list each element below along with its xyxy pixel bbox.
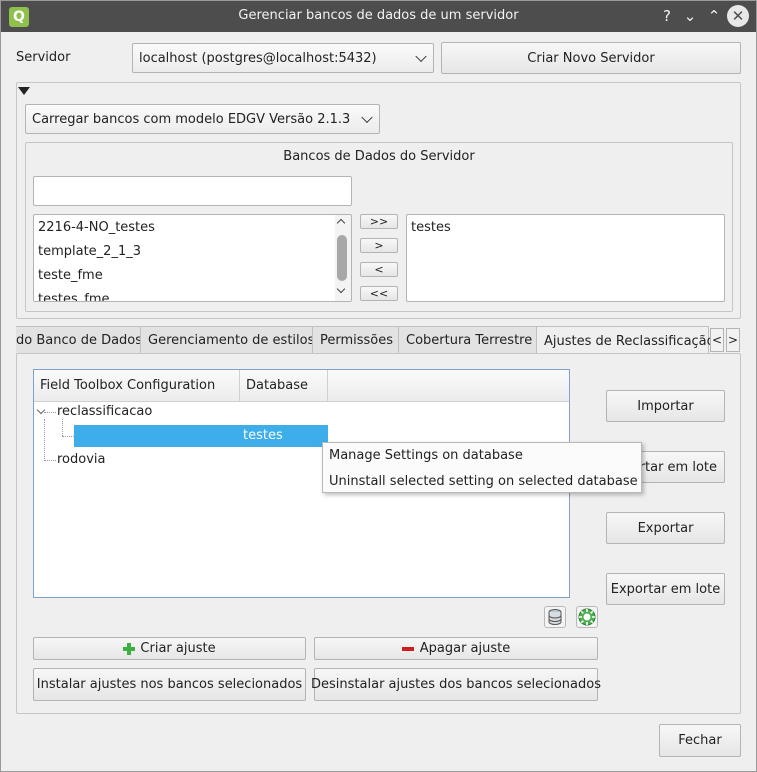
create-setting-label: Criar ajuste — [140, 641, 216, 656]
list-item[interactable]: testes — [411, 220, 451, 235]
menu-item-uninstall-setting[interactable]: Uninstall selected setting on selected d… — [329, 474, 638, 489]
tree-branch-line — [44, 412, 56, 413]
menu-item-manage-settings[interactable]: Manage Settings on database — [329, 448, 523, 463]
tab-bar: do Banco de Dados Gerenciamento de estil… — [16, 326, 741, 354]
chevron-down-icon[interactable] — [336, 284, 346, 294]
database-icon — [548, 609, 562, 625]
plus-icon — [123, 642, 136, 655]
title-bar: Q Gerenciar bancos de dados de um servid… — [1, 1, 756, 32]
delete-setting-label: Apagar ajuste — [419, 641, 511, 656]
database-filter-input[interactable] — [33, 176, 352, 206]
install-settings-button[interactable]: Instalar ajustes nos bancos selecionados — [33, 668, 306, 701]
move-left-button[interactable]: < — [360, 262, 398, 277]
edgv-model-combo[interactable]: Carregar bancos com modelo EDGV Versão 2… — [25, 104, 380, 134]
selected-databases-list[interactable]: testes — [406, 214, 725, 302]
close-window-button[interactable]: ✕ — [727, 5, 749, 27]
tab-reclassification-settings[interactable]: Ajustes de Reclassificação — [536, 326, 715, 354]
import-button[interactable]: Importar — [606, 390, 725, 422]
tree-branch-line — [62, 436, 74, 437]
create-server-button[interactable]: Criar Novo Servidor — [441, 42, 741, 74]
scrollbar-handle[interactable] — [337, 235, 347, 281]
chevron-down-icon — [361, 111, 373, 124]
export-batch-button[interactable]: Exportar em lote — [606, 573, 725, 605]
move-right-button[interactable]: > — [360, 238, 398, 253]
column-field-toolbox[interactable]: Field Toolbox Configuration — [34, 370, 240, 401]
tab-scroll-left[interactable]: < — [710, 328, 724, 352]
help-button[interactable]: ? — [656, 5, 678, 27]
tab-style-management[interactable]: Gerenciamento de estilos — [140, 326, 314, 354]
window-title: Gerenciar bancos de dados de um servidor — [238, 8, 519, 23]
settings-button[interactable] — [576, 606, 598, 628]
dialog-window: Q Gerenciar bancos de dados de um servid… — [0, 0, 757, 772]
minimize-button[interactable]: ⌄ — [679, 5, 701, 27]
tree-header: Field Toolbox Configuration Database — [34, 370, 569, 402]
list-item[interactable]: teste_fme — [38, 268, 103, 283]
delete-setting-button[interactable]: Apagar ajuste — [314, 637, 598, 660]
list-item[interactable]: template_2_1_3 — [38, 244, 141, 259]
triangle-down-icon[interactable] — [18, 87, 30, 95]
tree-branch-line — [62, 419, 63, 436]
tab-scroll-right[interactable]: > — [726, 328, 740, 352]
uninstall-settings-button[interactable]: Desinstalar ajustes dos bancos seleciona… — [311, 668, 601, 701]
chevron-up-icon[interactable] — [336, 218, 346, 228]
selected-tree-row[interactable]: testes — [74, 425, 328, 447]
tree-node-database: testes — [243, 428, 283, 443]
maximize-button[interactable]: ⌃ — [703, 5, 725, 27]
create-setting-button[interactable]: Criar ajuste — [33, 637, 306, 660]
minus-icon — [401, 646, 414, 651]
list-item[interactable]: testes_fme — [38, 292, 109, 301]
server-databases-title: Bancos de Dados do Servidor — [283, 149, 475, 164]
server-combo[interactable]: localhost (postgres@localhost:5432) — [132, 43, 434, 73]
available-databases-list[interactable]: 2216-4-NO_testes template_2_1_3 teste_fm… — [33, 214, 352, 302]
list-item[interactable]: 2216-4-NO_testes — [38, 220, 155, 235]
move-all-left-button[interactable]: << — [360, 286, 398, 301]
server-label: Servidor — [16, 50, 71, 65]
move-all-right-button[interactable]: >> — [360, 214, 398, 229]
database-button[interactable] — [544, 606, 566, 628]
tree-node-reclassificacao[interactable]: reclassificacao — [57, 404, 152, 419]
tree-node-rodovia[interactable]: rodovia — [57, 452, 106, 467]
server-combo-value: localhost (postgres@localhost:5432) — [139, 50, 377, 66]
context-menu: Manage Settings on database Uninstall se… — [322, 442, 642, 493]
tab-land-cover[interactable]: Cobertura Terrestre — [398, 326, 537, 354]
edgv-model-combo-value: Carregar bancos com modelo EDGV Versão 2… — [32, 111, 351, 127]
tree-branch-line — [44, 419, 45, 461]
close-button[interactable]: Fechar — [659, 724, 741, 757]
export-button[interactable]: Exportar — [606, 512, 725, 544]
column-database[interactable]: Database — [240, 370, 328, 401]
tree-branch-line — [44, 460, 56, 461]
tab-database-management[interactable]: do Banco de Dados — [16, 326, 142, 354]
gear-icon — [578, 608, 596, 626]
scrollbar[interactable] — [335, 215, 351, 301]
chevron-down-icon — [415, 50, 427, 63]
tab-permissions[interactable]: Permissões — [312, 326, 399, 354]
